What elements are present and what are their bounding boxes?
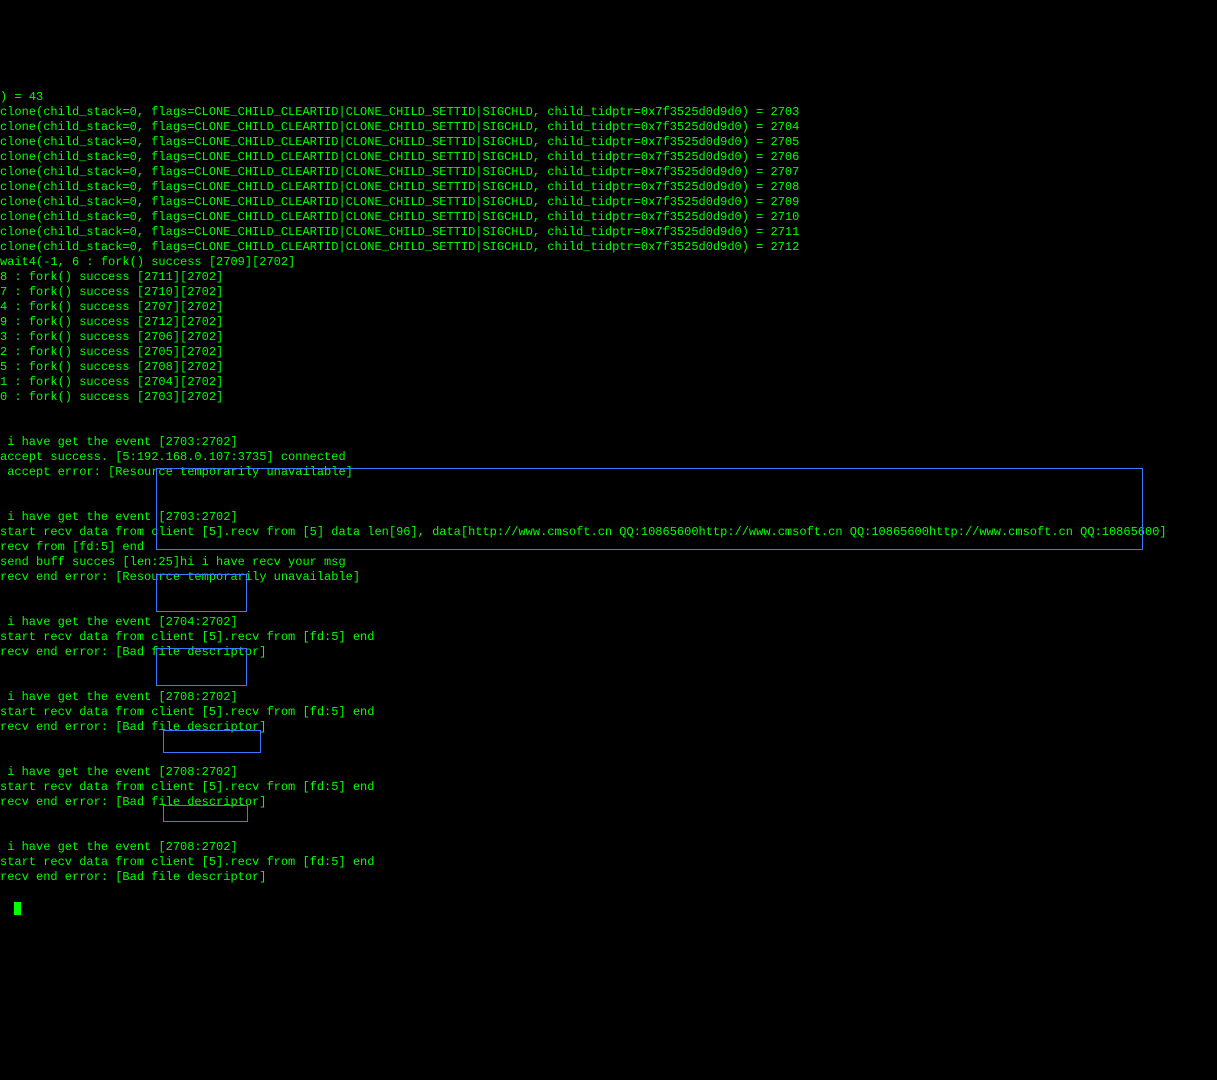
terminal-line: send buff succes [len:25]hi i have recv … xyxy=(0,555,1217,570)
terminal-line: i have get the event [2703:2702] xyxy=(0,510,1217,525)
terminal-cursor xyxy=(14,902,21,915)
terminal-line: i have get the event [2704:2702] xyxy=(0,615,1217,630)
terminal-line: 5 : fork() success [2708][2702] xyxy=(0,360,1217,375)
terminal-line: clone(child_stack=0, flags=CLONE_CHILD_C… xyxy=(0,240,1217,255)
terminal-line xyxy=(0,750,1217,765)
terminal-line: 9 : fork() success [2712][2702] xyxy=(0,315,1217,330)
terminal-line: 8 : fork() success [2711][2702] xyxy=(0,270,1217,285)
terminal-line: 4 : fork() success [2707][2702] xyxy=(0,300,1217,315)
terminal-line xyxy=(0,480,1217,495)
terminal-line: clone(child_stack=0, flags=CLONE_CHILD_C… xyxy=(0,180,1217,195)
terminal-line: ) = 43 xyxy=(0,90,1217,105)
terminal-line xyxy=(0,495,1217,510)
terminal-line: clone(child_stack=0, flags=CLONE_CHILD_C… xyxy=(0,105,1217,120)
terminal-line: i have get the event [2708:2702] xyxy=(0,765,1217,780)
terminal-window[interactable]: ) = 43clone(child_stack=0, flags=CLONE_C… xyxy=(0,60,1217,1005)
terminal-line: clone(child_stack=0, flags=CLONE_CHILD_C… xyxy=(0,210,1217,225)
terminal-line: recv end error: [Bad file descriptor] xyxy=(0,870,1217,885)
terminal-line: start recv data from client [5].recv fro… xyxy=(0,630,1217,645)
terminal-line: 7 : fork() success [2710][2702] xyxy=(0,285,1217,300)
terminal-line: i have get the event [2708:2702] xyxy=(0,840,1217,855)
terminal-line xyxy=(0,420,1217,435)
terminal-line: recv from [fd:5] end xyxy=(0,540,1217,555)
terminal-line: 3 : fork() success [2706][2702] xyxy=(0,330,1217,345)
terminal-line xyxy=(0,810,1217,825)
terminal-line: recv end error: [Resource temporarily un… xyxy=(0,570,1217,585)
terminal-line: recv end error: [Bad file descriptor] xyxy=(0,720,1217,735)
terminal-line: 0 : fork() success [2703][2702] xyxy=(0,390,1217,405)
terminal-line: start recv data from client [5].recv fro… xyxy=(0,705,1217,720)
terminal-line xyxy=(0,405,1217,420)
terminal-line: clone(child_stack=0, flags=CLONE_CHILD_C… xyxy=(0,135,1217,150)
terminal-line: accept error: [Resource temporarily unav… xyxy=(0,465,1217,480)
terminal-line: i have get the event [2708:2702] xyxy=(0,690,1217,705)
terminal-line xyxy=(0,660,1217,675)
terminal-line: clone(child_stack=0, flags=CLONE_CHILD_C… xyxy=(0,120,1217,135)
terminal-line xyxy=(0,585,1217,600)
terminal-line: clone(child_stack=0, flags=CLONE_CHILD_C… xyxy=(0,150,1217,165)
terminal-line: recv end error: [Bad file descriptor] xyxy=(0,795,1217,810)
terminal-line: start recv data from client [5].recv fro… xyxy=(0,855,1217,870)
terminal-line xyxy=(0,735,1217,750)
terminal-line: i have get the event [2703:2702] xyxy=(0,435,1217,450)
terminal-line: 2 : fork() success [2705][2702] xyxy=(0,345,1217,360)
terminal-line xyxy=(0,600,1217,615)
terminal-output: ) = 43clone(child_stack=0, flags=CLONE_C… xyxy=(0,90,1217,885)
terminal-line: clone(child_stack=0, flags=CLONE_CHILD_C… xyxy=(0,195,1217,210)
terminal-line: clone(child_stack=0, flags=CLONE_CHILD_C… xyxy=(0,225,1217,240)
terminal-line: accept success. [5:192.168.0.107:3735] c… xyxy=(0,450,1217,465)
terminal-line: start recv data from client [5].recv fro… xyxy=(0,780,1217,795)
terminal-line: start recv data from client [5].recv fro… xyxy=(0,525,1217,540)
terminal-line xyxy=(0,825,1217,840)
terminal-line: clone(child_stack=0, flags=CLONE_CHILD_C… xyxy=(0,165,1217,180)
terminal-line: 1 : fork() success [2704][2702] xyxy=(0,375,1217,390)
terminal-line: wait4(-1, 6 : fork() success [2709][2702… xyxy=(0,255,1217,270)
terminal-line xyxy=(0,675,1217,690)
terminal-line: recv end error: [Bad file descriptor] xyxy=(0,645,1217,660)
